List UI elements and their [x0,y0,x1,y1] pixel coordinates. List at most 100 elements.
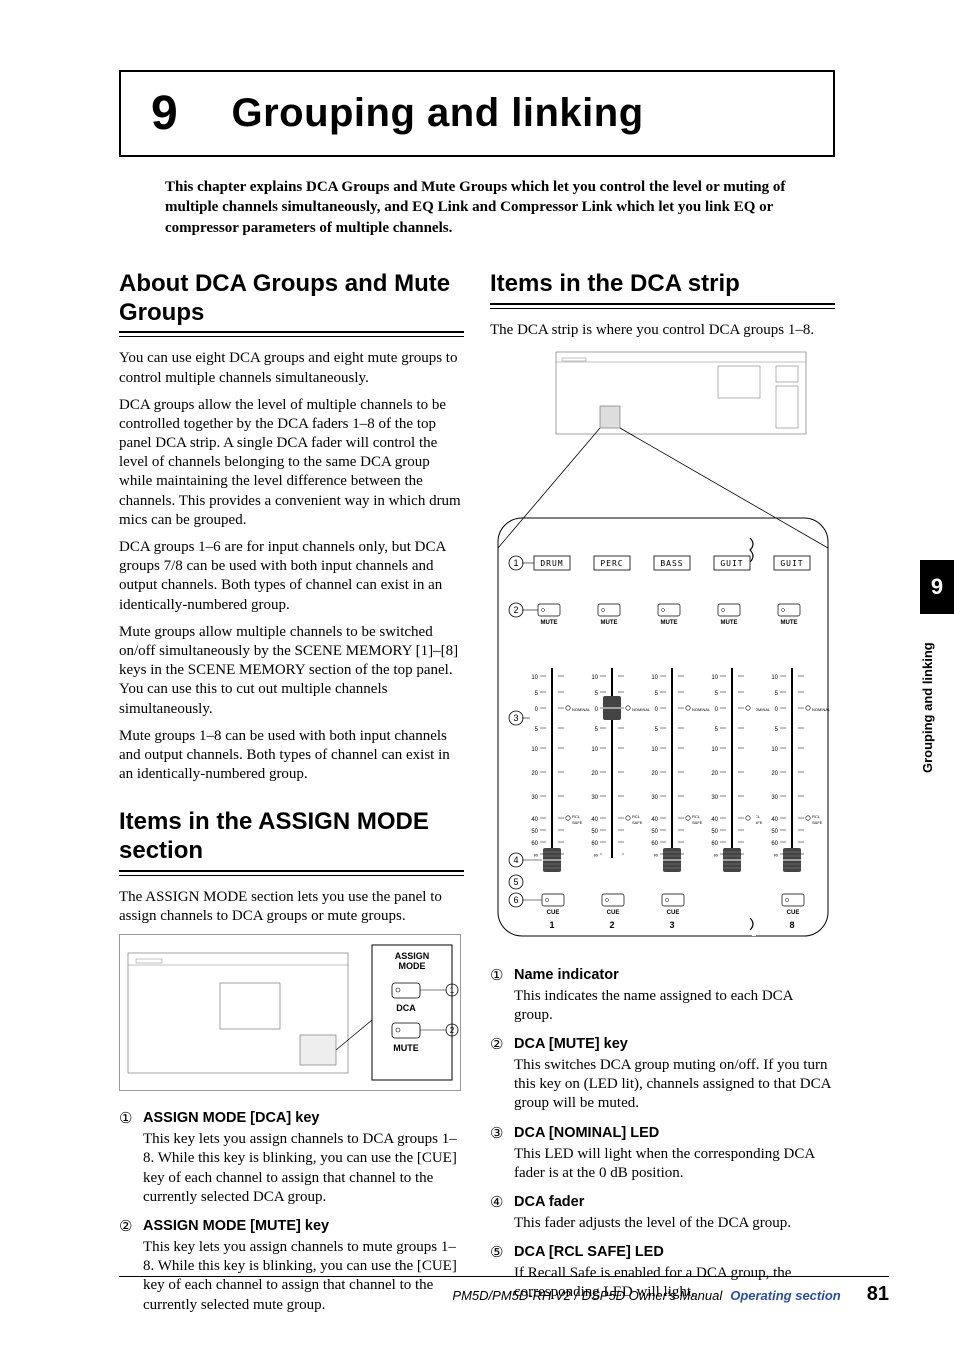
dca-item-3: ③ DCA [NOMINAL] LED [490,1124,835,1143]
dca-item-5: ⑤ DCA [RCL SAFE] LED [490,1243,835,1262]
side-tab-number: 9 [920,560,954,614]
about-heading: About DCA Groups and Mute Groups [119,270,464,328]
svg-text:∞: ∞ [534,853,538,859]
dca-item-3-label: DCA [NOMINAL] LED [514,1124,659,1143]
svg-text:MUTE: MUTE [601,620,618,626]
about-p3: DCA groups 1–6 are for input channels on… [119,538,464,615]
svg-text:NOMINAL: NOMINAL [572,707,591,712]
assign-intro: The ASSIGN MODE section lets you use the… [119,888,464,926]
svg-text:5: 5 [535,691,539,697]
svg-text:MUTE: MUTE [781,620,798,626]
chapter-header-box: 9 Grouping and linking [119,70,835,157]
dca-item-4: ④ DCA fader [490,1193,835,1212]
svg-text:10: 10 [531,747,538,753]
dca-item-2: ② DCA [MUTE] key [490,1035,835,1054]
svg-text:0: 0 [535,707,539,713]
svg-text:8: 8 [789,920,794,930]
section-divider [119,331,464,337]
svg-text:30: 30 [531,795,538,801]
chapter-intro: This chapter explains DCA Groups and Mut… [165,177,825,238]
footer-manual: PM5D/PM5D-RH V2 / DSP5D Owner's Manual [452,1288,722,1303]
svg-text:1: 1 [450,986,455,995]
page-footer: PM5D/PM5D-RH V2 / DSP5D Owner's Manual O… [119,1276,889,1306]
svg-text:MUTE: MUTE [661,620,678,626]
svg-text:6: 6 [513,895,518,905]
svg-text:2: 2 [450,1026,455,1035]
chapter-title: Grouping and linking [231,91,643,136]
svg-text:DCA: DCA [396,1003,416,1013]
svg-text:DRUM: DRUM [540,559,563,568]
svg-text:BASS: BASS [660,559,683,568]
circled-number-icon: ③ [490,1124,508,1143]
svg-text:MUTE: MUTE [721,620,738,626]
svg-text:1: 1 [513,558,518,568]
circled-number-icon: ⑤ [490,1243,508,1262]
circled-number-icon: ④ [490,1193,508,1212]
dca-item-4-text: This fader adjusts the level of the DCA … [514,1214,835,1233]
right-column: Items in the DCA strip The DCA strip is … [490,270,835,1325]
about-p2: DCA groups allow the level of multiple c… [119,396,464,530]
assign-item-1-text: This key lets you assign channels to DCA… [143,1130,464,1207]
dca-item-4-label: DCA fader [514,1193,584,1212]
svg-text:CUE: CUE [547,910,560,916]
dca-item-2-text: This switches DCA group muting on/off. I… [514,1056,835,1114]
circled-number-icon: ② [119,1217,137,1236]
svg-text:4: 4 [513,855,518,865]
left-column: About DCA Groups and Mute Groups You can… [119,270,464,1325]
svg-text:MODE: MODE [399,961,426,971]
chapter-number: 9 [151,86,178,141]
svg-text:20: 20 [531,771,538,777]
two-column-layout: About DCA Groups and Mute Groups You can… [119,270,835,1325]
svg-text:3: 3 [669,920,674,930]
dca-item-1-text: This indicates the name assigned to each… [514,987,835,1025]
assign-panel-label: ASSIGN [395,951,430,961]
page-content: 9 Grouping and linking This chapter expl… [119,70,835,1325]
section-divider [490,303,835,309]
svg-text:CUE: CUE [607,910,620,916]
svg-text:3: 3 [513,713,518,723]
svg-text:SAFE: SAFE [572,820,583,825]
svg-text:PERC: PERC [600,559,623,568]
svg-text:CUE: CUE [667,910,680,916]
assign-item-2-label: ASSIGN MODE [MUTE] key [143,1217,329,1236]
dca-strip-figure: DRUM PERC BASS GUIT GUIT MUTE [490,348,835,948]
about-p5: Mute groups 1–8 can be used with both in… [119,727,464,785]
dca-heading: Items in the DCA strip [490,270,835,299]
svg-text:2: 2 [609,920,614,930]
about-p1: You can use eight DCA groups and eight m… [119,349,464,387]
svg-text:60: 60 [531,841,538,847]
circled-number-icon: ① [119,1109,137,1128]
svg-text:GUIT: GUIT [780,559,803,568]
side-tab: 9 Grouping and linking [920,560,954,860]
dca-item-1: ① Name indicator [490,966,835,985]
svg-text:10: 10 [531,675,538,681]
dca-item-3-text: This LED will light when the correspondi… [514,1145,835,1183]
assign-heading: Items in the ASSIGN MODE section [119,808,464,866]
svg-text:5: 5 [513,877,518,887]
side-tab-label: Grouping and linking [920,628,935,788]
assign-mode-figure: ASSIGN MODE 1 DCA 2 MUTE [119,934,461,1091]
svg-text:CUE: CUE [787,910,800,916]
svg-text:1: 1 [549,920,554,930]
svg-text:GUIT: GUIT [720,559,743,568]
svg-text:5: 5 [535,727,539,733]
dca-item-5-label: DCA [RCL SAFE] LED [514,1243,664,1262]
section-divider [119,870,464,876]
svg-text:40: 40 [531,817,538,823]
assign-item-1-label: ASSIGN MODE [DCA] key [143,1109,319,1128]
dca-item-2-label: DCA [MUTE] key [514,1035,628,1054]
svg-text:MUTE: MUTE [393,1043,419,1053]
svg-text:50: 50 [531,829,538,835]
circled-number-icon: ① [490,966,508,985]
svg-text:MUTE: MUTE [541,620,558,626]
footer-section: Operating section [730,1288,841,1303]
assign-item-2: ② ASSIGN MODE [MUTE] key [119,1217,464,1236]
svg-text:RCL: RCL [572,814,581,819]
assign-item-1: ① ASSIGN MODE [DCA] key [119,1109,464,1128]
about-p4: Mute groups allow multiple channels to b… [119,623,464,719]
circled-number-icon: ② [490,1035,508,1054]
svg-text:2: 2 [513,605,518,615]
footer-page-number: 81 [867,1283,889,1306]
dca-intro: The DCA strip is where you control DCA g… [490,321,835,340]
dca-item-1-label: Name indicator [514,966,619,985]
